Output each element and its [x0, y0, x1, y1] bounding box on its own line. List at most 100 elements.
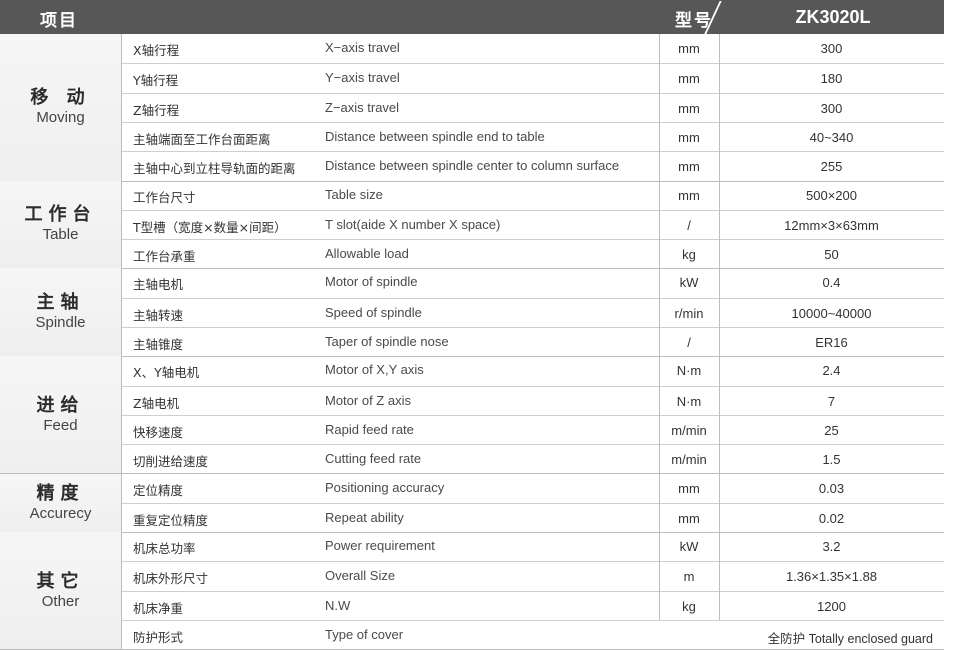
param-value: 0.4: [822, 275, 841, 291]
param-name-zh: Z轴电机: [133, 395, 180, 411]
param-name-zh: 工作台尺寸: [133, 189, 196, 205]
param-name-en: Allowable load: [325, 246, 409, 262]
param-name-zh: 快移速度: [133, 424, 184, 440]
param-name-en: Positioning accuracy: [325, 479, 445, 495]
group-label: 其它 Other: [0, 532, 121, 650]
table-row: 工作台尺寸 Table size mm 500×200: [121, 181, 944, 210]
header-model-label: ZK3020L: [795, 7, 871, 27]
table-row: 定位精度 Positioning accuracy mm 0.03: [121, 474, 944, 503]
param-name-en: Motor of X,Y axis: [325, 362, 424, 378]
param-name-en: Power requirement: [325, 538, 435, 554]
param-unit: N·m: [676, 393, 702, 409]
table-row: T型槽（宽度×数量×间距） T slot(aide X number X spac…: [121, 209, 944, 240]
param-unit: mm: [678, 510, 700, 526]
group-label-en: Spindle: [35, 314, 86, 332]
param-unit: /: [687, 217, 691, 233]
param-name-en: X−axis travel: [325, 40, 400, 55]
group-label-zh: 进给: [36, 394, 85, 416]
spec-group: 进给 Feed X、Y轴电机 Motor of X,Y axis N·m 2.4 Z轴电机 M…: [0, 356, 944, 475]
param-value: 0.03: [818, 480, 845, 496]
group-label-en: Moving: [36, 109, 85, 127]
param-name-en: Cutting feed rate: [325, 451, 422, 467]
param-name-en: Overall Size: [325, 568, 396, 584]
table-row: 机床总功率 Power requirement kW 3.2: [121, 532, 944, 561]
param-name-zh: 主轴端面至工作台面距离: [133, 131, 271, 147]
param-name-en: Rapid feed rate: [325, 421, 414, 437]
table-row: Z轴行程 Z−axis travel mm 300: [121, 92, 944, 123]
param-name-en: Table size: [325, 186, 383, 202]
param-name-en: Type of cover: [325, 626, 404, 642]
group-label-zh: 精度: [36, 482, 85, 504]
param-name-en: T slot(aide X number X space): [325, 216, 501, 232]
param-unit: /: [687, 334, 691, 350]
spec-group: 其它 Other 机床总功率 Power requirement kW 3.2 机床外形尺寸…: [0, 532, 944, 650]
param-unit: N·m: [676, 363, 702, 379]
param-unit: m: [683, 569, 695, 585]
param-value: 50: [824, 247, 839, 263]
param-unit: kg: [682, 247, 696, 263]
param-value: 7: [827, 393, 836, 409]
param-unit: mm: [678, 480, 700, 496]
column-divider: [121, 34, 122, 650]
spec-group: 移 动 Moving X轴行程 X−axis travel mm 300 Y轴行程 Y−axi…: [0, 34, 944, 182]
spec-group: 精度 Accurecy 定位精度 Positioning accuracy mm 0.03…: [0, 473, 944, 534]
param-name-en: Motor of spindle: [325, 274, 418, 290]
table-row: 主轴锥度 Taper of spindle nose / ER16: [121, 326, 944, 357]
param-unit: m/min: [671, 452, 707, 468]
table-row: 主轴转速 Speed of spindle r/min 10000~40000: [121, 297, 944, 328]
param-unit: kW: [679, 275, 699, 291]
group-label: 精度 Accurecy: [0, 473, 121, 533]
table-row: 主轴电机 Motor of spindle kW 0.4: [121, 268, 944, 297]
group-label-zh: 其它: [36, 570, 85, 592]
table-row: Y轴行程 Y−axis travel mm 180: [121, 63, 944, 93]
param-unit: mm: [678, 159, 700, 175]
param-value: 300: [820, 100, 843, 116]
param-name-zh: T型槽（宽度×数量×间距）: [133, 219, 287, 235]
group-label: 主轴 Spindle: [0, 268, 121, 357]
param-unit: kW: [679, 539, 699, 555]
param-name-zh: 机床总功率: [133, 541, 196, 557]
param-name-zh: 主轴转速: [133, 307, 184, 323]
param-unit: mm: [678, 100, 700, 116]
param-unit: mm: [678, 71, 700, 87]
table-header: 项目 型号 ZK3020L: [0, 0, 944, 34]
param-value: 全防护 Totally enclosed guard: [767, 631, 933, 646]
table-row: 主轴中心到立柱导轨面的距离 Distance between spindle ce…: [121, 151, 944, 181]
group-label-zh: 工作台: [24, 204, 97, 226]
param-name-zh: 机床外形尺寸: [133, 571, 209, 587]
table-row: 切削进给速度 Cutting feed rate m/min 1.5: [121, 444, 944, 474]
param-unit: mm: [678, 187, 700, 203]
param-value: 1.5: [822, 452, 841, 468]
param-unit: m/min: [671, 422, 707, 438]
param-value: 1.36×1.35×1.88: [785, 569, 878, 585]
param-unit: mm: [678, 129, 700, 145]
param-name-en: Motor of Z axis: [325, 392, 411, 408]
param-name-en: Z−axis travel: [325, 99, 400, 115]
group-label-zh: 主轴: [36, 292, 85, 314]
column-divider: [659, 34, 660, 620]
param-value: ER16: [815, 334, 848, 350]
param-name-en: Speed of spindle: [325, 304, 422, 320]
param-value: 2.4: [822, 363, 841, 379]
param-name-en: Repeat ability: [325, 509, 404, 525]
table-row: 机床净重 N.W kg 1200: [121, 590, 944, 621]
table-row: 防护形式 Type of cover 全防护 Totally enclosed gu…: [121, 619, 944, 650]
param-value: 500×200: [806, 187, 857, 203]
param-name-en: N.W: [325, 597, 351, 613]
param-name-zh: 主轴中心到立柱导轨面的距离: [133, 161, 296, 177]
group-label: 移 动 Moving: [0, 34, 121, 181]
param-unit: r/min: [674, 305, 704, 321]
param-name-en: Taper of spindle nose: [325, 333, 449, 349]
table-row: Z轴电机 Motor of Z axis N·m 7: [121, 385, 944, 416]
param-unit: kg: [682, 598, 696, 614]
param-value: 180: [820, 71, 843, 87]
param-unit: mm: [678, 41, 700, 56]
param-value: 0.02: [818, 510, 845, 526]
group-label-zh: 移 动: [30, 87, 91, 109]
param-name-zh: 切削进给速度: [133, 454, 209, 470]
param-name-en: Y−axis travel: [325, 70, 400, 86]
param-name-zh: X、Y轴电机: [133, 365, 200, 381]
table-row: 工作台承重 Allowable load kg 50: [121, 239, 944, 269]
param-name-zh: 重复定位精度: [133, 512, 209, 528]
param-name-zh: 工作台承重: [133, 249, 196, 265]
